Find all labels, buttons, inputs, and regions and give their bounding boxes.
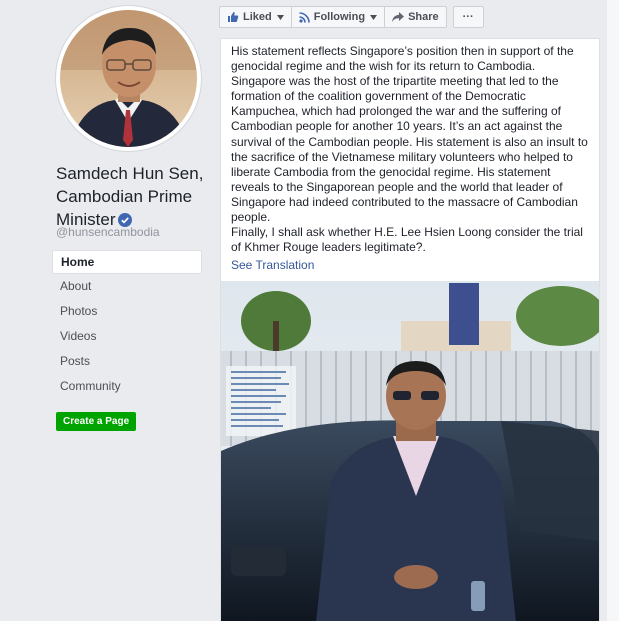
share-label: Share [408, 11, 439, 23]
following-label: Following [313, 11, 366, 23]
more-options-button[interactable]: ··· [452, 6, 484, 28]
share-arrow-icon [392, 12, 405, 22]
post-photo[interactable] [221, 281, 599, 621]
nav-item-videos[interactable]: Videos [52, 324, 202, 349]
share-button[interactable]: Share [384, 6, 447, 28]
liked-button[interactable]: Liked [219, 6, 292, 28]
nav-item-about[interactable]: About [52, 274, 202, 299]
profile-picture[interactable] [56, 6, 201, 151]
thumbs-up-icon [228, 12, 239, 22]
nav-item-posts[interactable]: Posts [52, 349, 202, 374]
create-page-button[interactable]: Create a Page [56, 412, 137, 431]
page-title[interactable]: Samdech Hun Sen, Cambodian Prime Ministe… [56, 162, 206, 233]
liked-label: Liked [243, 11, 272, 23]
rss-icon [299, 11, 310, 23]
chevron-down-icon [276, 14, 284, 20]
left-column: Samdech Hun Sen, Cambodian Prime Ministe… [0, 0, 210, 621]
nav-item-home[interactable]: Home [52, 250, 202, 274]
post-card: His statement reflects Singapore’s posit… [220, 38, 600, 621]
page-handle[interactable]: @hunsencambodia [56, 225, 160, 239]
following-button[interactable]: Following [290, 6, 386, 28]
post-text: His statement reflects Singapore’s posit… [231, 44, 588, 255]
avatar[interactable] [60, 10, 197, 147]
nav-item-photos[interactable]: Photos [52, 299, 202, 324]
chevron-down-icon [370, 14, 378, 20]
page-nav: Home About Photos Videos Posts Community [52, 250, 202, 399]
nav-item-community[interactable]: Community [52, 374, 202, 399]
see-translation-link[interactable]: See Translation [221, 255, 599, 272]
scrollbar-track[interactable] [607, 0, 619, 621]
page-action-bar: Liked Following Share ··· [219, 6, 484, 28]
